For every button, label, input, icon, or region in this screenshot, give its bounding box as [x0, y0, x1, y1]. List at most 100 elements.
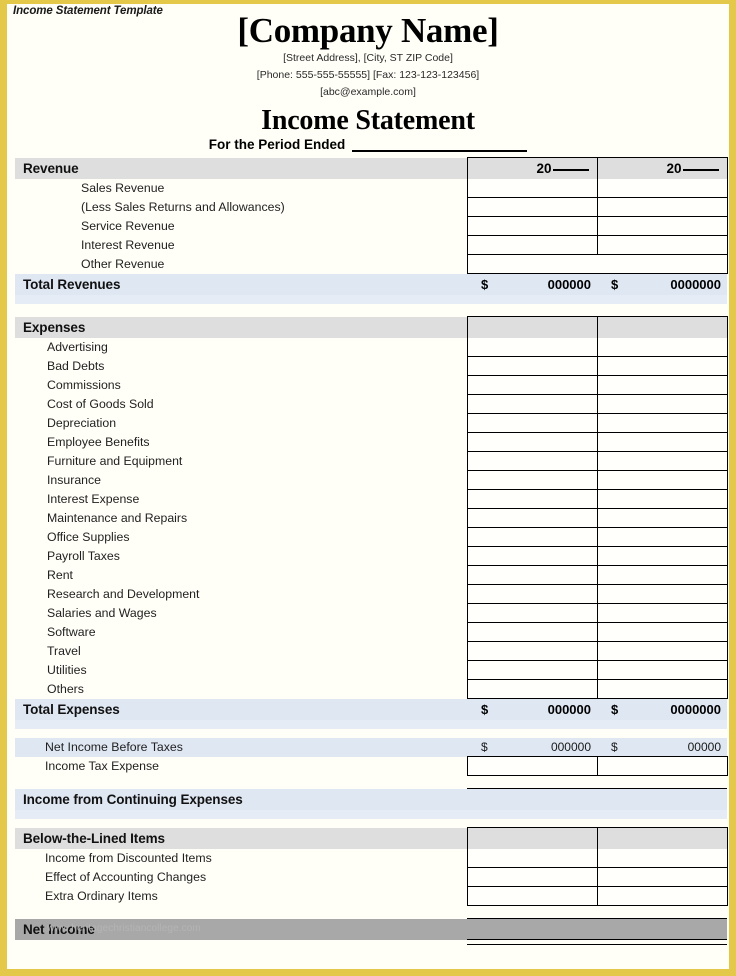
spacer-row [15, 729, 727, 738]
value-cell-year2[interactable] [597, 235, 728, 256]
value-cell-year2[interactable] [597, 216, 728, 237]
value-cell-year2[interactable] [597, 886, 728, 907]
value-cell-year1[interactable] [466, 603, 598, 624]
value-cell-year1[interactable] [466, 622, 598, 643]
value-cell-year2[interactable] [597, 489, 728, 510]
row-label: Utilities [47, 663, 87, 678]
row-expense-item: Maintenance and Repairs [15, 508, 728, 529]
spacer-after-continuing [15, 809, 727, 819]
below-line-header-year2 [597, 827, 728, 849]
value-cell-year2[interactable] [597, 375, 728, 396]
value-cell-year1[interactable] [466, 197, 598, 218]
value-cell-year1[interactable] [466, 756, 598, 777]
value-cell-year2[interactable] [597, 197, 728, 218]
value-cell-year1[interactable] [466, 508, 598, 529]
value-cell-year1[interactable] [466, 489, 598, 510]
value-cell-year1[interactable] [466, 641, 598, 662]
section-title-continuing: Income from Continuing Expenses [15, 788, 467, 810]
row-expense-item: Others [15, 679, 728, 700]
row-label: Office Supplies [47, 530, 130, 545]
value-cell-year1[interactable] [466, 848, 598, 869]
value-cell-year2[interactable] [597, 470, 728, 491]
value-cell-year1[interactable] [466, 254, 597, 274]
total-revenues-year2: $0000000 [597, 273, 727, 295]
row-label: Insurance [47, 473, 102, 488]
row-label: Rent [47, 568, 73, 583]
value-cell-year2[interactable] [597, 178, 728, 199]
value-cell-year1[interactable] [466, 451, 598, 472]
company-address: [Street Address], [City, ST ZIP Code] [283, 51, 453, 64]
value-cell-year1[interactable] [466, 660, 598, 681]
value-cell-year2[interactable] [597, 848, 728, 869]
value-cell-year1[interactable] [466, 886, 598, 907]
row-label: Extra Ordinary Items [45, 889, 158, 904]
value-cell-year2[interactable] [597, 584, 728, 605]
expenses-header-year1 [466, 316, 598, 338]
section-header-expenses: Expenses [15, 316, 728, 338]
value-cell-year2[interactable] [597, 337, 728, 358]
value-cell-year2[interactable] [597, 546, 728, 567]
row-expense-item: Bad Debts [15, 356, 728, 377]
value-cell-year1[interactable] [466, 394, 598, 415]
value-cell-year2[interactable] [597, 641, 728, 662]
value-cell-year2[interactable] [597, 565, 728, 586]
row-revenue-item: Sales Revenue [15, 178, 728, 199]
value-cell-year1[interactable] [466, 565, 598, 586]
row-label: Research and Development [47, 587, 200, 602]
spacer-row [15, 775, 727, 790]
value-cell-year2[interactable] [597, 356, 728, 377]
value-cell-year2[interactable] [597, 527, 728, 548]
spacer-row [15, 905, 727, 920]
net-income-year2 [597, 918, 727, 941]
row-expense-item: Interest Expense [15, 489, 728, 510]
column-header-year1[interactable]: 20 [466, 157, 598, 179]
value-cell-year2[interactable] [597, 413, 728, 434]
value-cell-year1[interactable] [466, 356, 598, 377]
value-cell-year2[interactable] [597, 603, 728, 624]
value-cell-year2[interactable] [597, 756, 728, 777]
value-cell-year1[interactable] [466, 375, 598, 396]
row-expense-item: Research and Development [15, 584, 728, 605]
row-revenue-item: Service Revenue [15, 216, 728, 237]
period-ended-input[interactable] [352, 139, 528, 153]
value-cell-year1[interactable] [466, 527, 598, 548]
value-cell-year1[interactable] [466, 413, 598, 434]
column-header-year2[interactable]: 20 [596, 157, 728, 179]
value-cell-year1[interactable] [466, 470, 598, 491]
expenses-header-year2 [597, 316, 728, 338]
row-total-revenues: Total Revenues $000000 $0000000 [15, 273, 727, 295]
value-cell-year2[interactable] [597, 622, 728, 643]
value-cell-year1[interactable] [466, 584, 598, 605]
row-label: Travel [47, 644, 81, 659]
value-cell-year2[interactable] [597, 432, 728, 453]
continuing-year2 [597, 788, 727, 810]
value-cell-year1[interactable] [466, 432, 598, 453]
value-cell-year2[interactable] [597, 451, 728, 472]
page-content: Income Statement Template [Company Name]… [7, 4, 729, 969]
row-expense-item: Insurance [15, 470, 728, 491]
row-expense-item: Employee Benefits [15, 432, 728, 453]
value-cell-year1[interactable] [466, 867, 598, 888]
section-header-revenue: Revenue 20 20 [15, 157, 728, 179]
value-cell-year1[interactable] [466, 546, 598, 567]
value-cell-year1[interactable] [466, 679, 598, 700]
row-expense-item: Travel [15, 641, 728, 662]
value-cell-year1[interactable] [466, 178, 598, 199]
value-cell-year1[interactable] [466, 216, 598, 237]
value-cell-year2[interactable] [597, 867, 728, 888]
value-cell-year2[interactable] [597, 679, 728, 700]
value-cell-year2[interactable] [597, 254, 728, 275]
value-cell-year1[interactable] [466, 337, 598, 358]
row-revenue-item: Interest Revenue [15, 235, 728, 256]
value-cell-year2[interactable] [597, 508, 728, 529]
continuing-year1 [467, 788, 597, 810]
row-label: Others [47, 682, 84, 697]
total-expenses-year1: $000000 [467, 698, 597, 720]
row-label: Commissions [47, 378, 121, 393]
value-cell-year2[interactable] [597, 394, 728, 415]
row-expense-item: Depreciation [15, 413, 728, 434]
company-phone-fax: [Phone: 555-555-55555] [Fax: 123-123-123… [256, 68, 480, 81]
row-expense-item: Software [15, 622, 728, 643]
value-cell-year1[interactable] [466, 235, 598, 256]
value-cell-year2[interactable] [597, 660, 728, 681]
